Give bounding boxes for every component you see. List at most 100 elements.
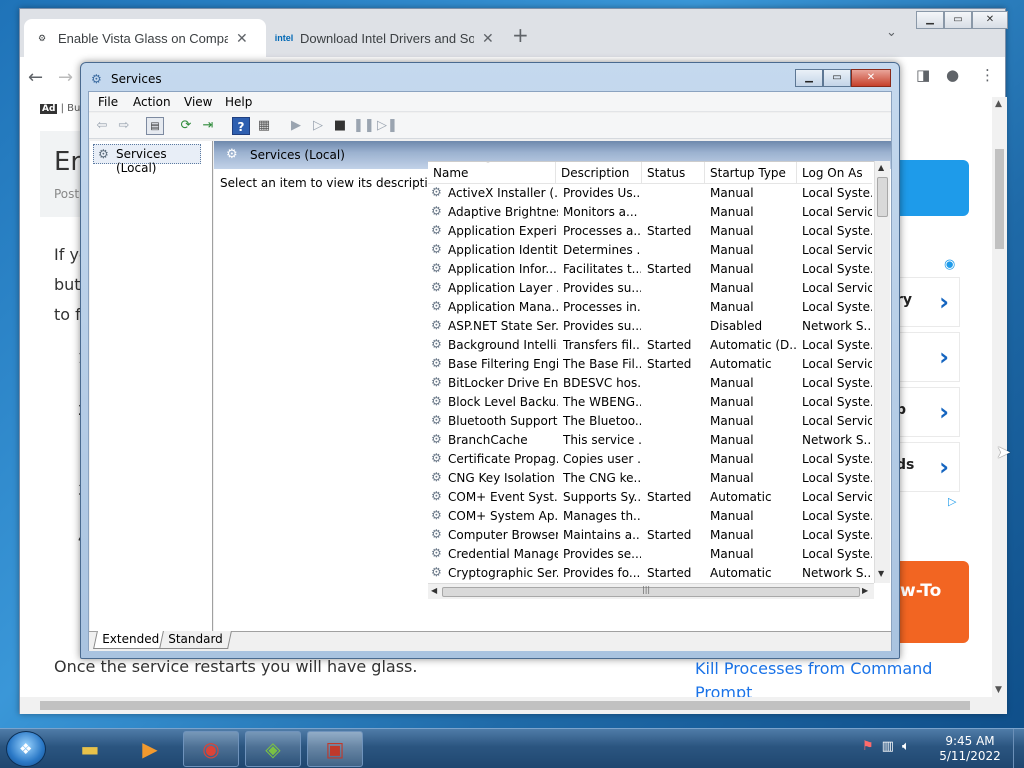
scroll-thumb[interactable]	[877, 177, 888, 217]
taskbar-explorer[interactable]: ▬	[62, 731, 118, 767]
menu-file[interactable]: File	[98, 95, 118, 109]
start-button[interactable]: ❖	[6, 731, 46, 767]
service-log-on-as: Network S...	[802, 319, 872, 333]
table-row[interactable]: ⚙ Application Infor... Facilitates t... Sta…	[428, 260, 872, 279]
close-button[interactable]: ✕	[851, 69, 891, 87]
help-icon[interactable]: ?	[232, 117, 250, 135]
scroll-down-icon[interactable]: ▼	[995, 685, 1002, 695]
column-header-startup-type[interactable]: Startup Type	[705, 162, 797, 184]
back-arrow-icon[interactable]: ⇦	[93, 117, 111, 135]
forward-arrow-icon[interactable]: ⇨	[115, 117, 133, 135]
clock[interactable]: 9:45 AM 5/11/2022	[935, 734, 1005, 764]
restart-service-icon[interactable]: ▷❚	[377, 117, 398, 135]
sidebar-card[interactable]: ry ›	[892, 277, 960, 327]
forward-button[interactable]: →	[58, 67, 73, 88]
close-tab-icon[interactable]: ✕	[482, 30, 494, 47]
table-row[interactable]: ⚙ Application Experi... Processes a... Star…	[428, 222, 872, 241]
column-header-description[interactable]: Description	[556, 162, 642, 184]
pause-service-icon[interactable]: ❚❚	[353, 117, 375, 135]
tree-node-services-local[interactable]: ⚙ Services (Local)	[93, 144, 201, 175]
menu-help[interactable]: Help	[225, 95, 252, 109]
tab-standard[interactable]: Standard	[159, 631, 232, 649]
table-row[interactable]: ⚙ Credential Manager Provides se... Manual L…	[428, 545, 872, 564]
table-row[interactable]: ⚙ BitLocker Drive En... BDESVC hos... Manua…	[428, 374, 872, 393]
table-row[interactable]: ⚙ CNG Key Isolation The CNG ke... Manual Loc…	[428, 469, 872, 488]
properties-icon[interactable]: ▦	[255, 117, 273, 135]
new-tab-button[interactable]: +	[512, 23, 529, 47]
taskbar-services[interactable]: ▣	[307, 731, 363, 767]
column-header-log-on-as[interactable]: Log On As	[797, 162, 872, 184]
side-panel-icon[interactable]: ◨	[916, 66, 930, 84]
adchoices-icon[interactable]: ▷	[948, 495, 956, 508]
table-row[interactable]: ⚙ Adaptive Brightness Monitors a... Manual L…	[428, 203, 872, 222]
minimize-button[interactable]: ▁	[916, 11, 944, 29]
column-header-status[interactable]: Status	[642, 162, 705, 184]
show-desktop-button[interactable]	[1013, 729, 1024, 768]
sidebar-card[interactable]: ds ›	[892, 442, 960, 492]
start-service-icon[interactable]: ▶	[287, 117, 305, 135]
table-row[interactable]: ⚙ ActiveX Installer (... Provides Us... Man…	[428, 184, 872, 203]
list-vertical-scrollbar[interactable]: ▲ ▼	[874, 161, 890, 583]
menu-view[interactable]: View	[184, 95, 212, 109]
network-icon[interactable]: ▥	[882, 739, 894, 754]
minimize-button[interactable]: ▁	[795, 69, 823, 87]
adchoices-eye-icon[interactable]: ◉	[944, 257, 955, 272]
table-row[interactable]: ⚙ COM+ System Ap... Manages th... Manual Loc…	[428, 507, 872, 526]
stop-service-icon[interactable]: ■	[331, 117, 349, 135]
show-hide-tree-icon[interactable]: ▤	[146, 117, 164, 135]
refresh-icon[interactable]: ⟳	[177, 117, 195, 135]
table-row[interactable]: ⚙ Certificate Propag... Copies user ... Man…	[428, 450, 872, 469]
table-row[interactable]: ⚙ COM+ Event Syst... Supports Sy... Started…	[428, 488, 872, 507]
scroll-thumb[interactable]	[40, 701, 970, 710]
scroll-left-icon[interactable]: ◀	[431, 586, 437, 595]
table-row[interactable]: ⚙ Application Layer ... Provides su... Manu…	[428, 279, 872, 298]
export-list-icon[interactable]: ⇥	[199, 117, 217, 135]
column-header-name[interactable]: ˄ Name	[428, 162, 556, 184]
service-log-on-as: Local Syste...	[802, 509, 872, 523]
close-button[interactable]: ✕	[972, 11, 1008, 29]
page-horizontal-scrollbar[interactable]	[20, 697, 1007, 714]
list-horizontal-scrollbar[interactable]: ◀ ||| ▶	[428, 583, 874, 599]
table-row[interactable]: ⚙ Base Filtering Engi... The Base Fil... St…	[428, 355, 872, 374]
sidebar-card[interactable]: p ›	[892, 387, 960, 437]
tab-extended[interactable]: Extended	[93, 631, 168, 649]
table-row[interactable]: ⚙ Application Identity Determines ... Manua…	[428, 241, 872, 260]
menu-kebab-icon[interactable]: ⋮	[980, 66, 995, 84]
chevron-down-icon[interactable]: ⌄	[886, 25, 897, 40]
table-row[interactable]: ⚙ Computer Browser Maintains a... Started Ma…	[428, 526, 872, 545]
profile-avatar-icon[interactable]: ●	[946, 66, 959, 84]
maximize-button[interactable]: ▭	[944, 11, 972, 29]
table-row[interactable]: ⚙ Block Level Backu... The WBENG... Manual L…	[428, 393, 872, 412]
table-row[interactable]: ⚙ Bluetooth Support... The Bluetoo... Manua…	[428, 412, 872, 431]
scroll-thumb[interactable]	[995, 149, 1004, 249]
action-center-flag-icon[interactable]: ⚑	[862, 739, 874, 754]
table-row[interactable]: ⚙ Background Intelli... Transfers fil... St…	[428, 336, 872, 355]
table-row[interactable]: ⚙ Cryptographic Ser... Provides fo... Start…	[428, 564, 872, 583]
back-button[interactable]: ←	[28, 67, 43, 88]
browser-tab-intel[interactable]: intel Download Intel Drivers and Softwar…	[266, 19, 506, 57]
menu-action[interactable]: Action	[133, 95, 171, 109]
taskbar-network-app[interactable]: ◈	[245, 731, 301, 767]
table-row[interactable]: ⚙ BranchCache This service ... Manual Networ…	[428, 431, 872, 450]
scroll-thumb[interactable]	[442, 587, 860, 597]
related-link[interactable]: Kill Processes from Command	[695, 659, 932, 678]
sidebar-card[interactable]: ›	[892, 332, 960, 382]
taskbar-media-player[interactable]: ▶	[122, 731, 178, 767]
taskbar-chrome[interactable]: ◉	[183, 731, 239, 767]
close-tab-icon[interactable]: ✕	[236, 30, 248, 47]
page-vertical-scrollbar[interactable]: ▲ ▼	[992, 97, 1007, 697]
table-row[interactable]: ⚙ ASP.NET State Ser... Provides su... Disab…	[428, 317, 872, 336]
maximize-button[interactable]: ▭	[823, 69, 851, 87]
scroll-up-icon[interactable]: ▲	[995, 99, 1002, 109]
orange-cta-button[interactable]: w-To	[892, 561, 969, 643]
start-service-alt-icon[interactable]: ▷	[309, 117, 327, 135]
scroll-up-icon[interactable]: ▲	[878, 163, 884, 172]
related-link[interactable]: Prompt	[695, 683, 752, 697]
browser-tab-vista-glass[interactable]: ⚙ Enable Vista Glass on Compatible ✕	[24, 19, 266, 57]
blue-cta-button[interactable]	[892, 160, 969, 216]
scroll-down-icon[interactable]: ▼	[878, 569, 884, 578]
table-row[interactable]: ⚙ Application Mana... Processes in... Manua…	[428, 298, 872, 317]
scroll-right-icon[interactable]: ▶	[862, 586, 868, 595]
services-titlebar[interactable]: ⚙ Services ▁ ▭ ✕	[81, 63, 899, 93]
volume-icon[interactable]: 🔈︎	[902, 739, 910, 754]
